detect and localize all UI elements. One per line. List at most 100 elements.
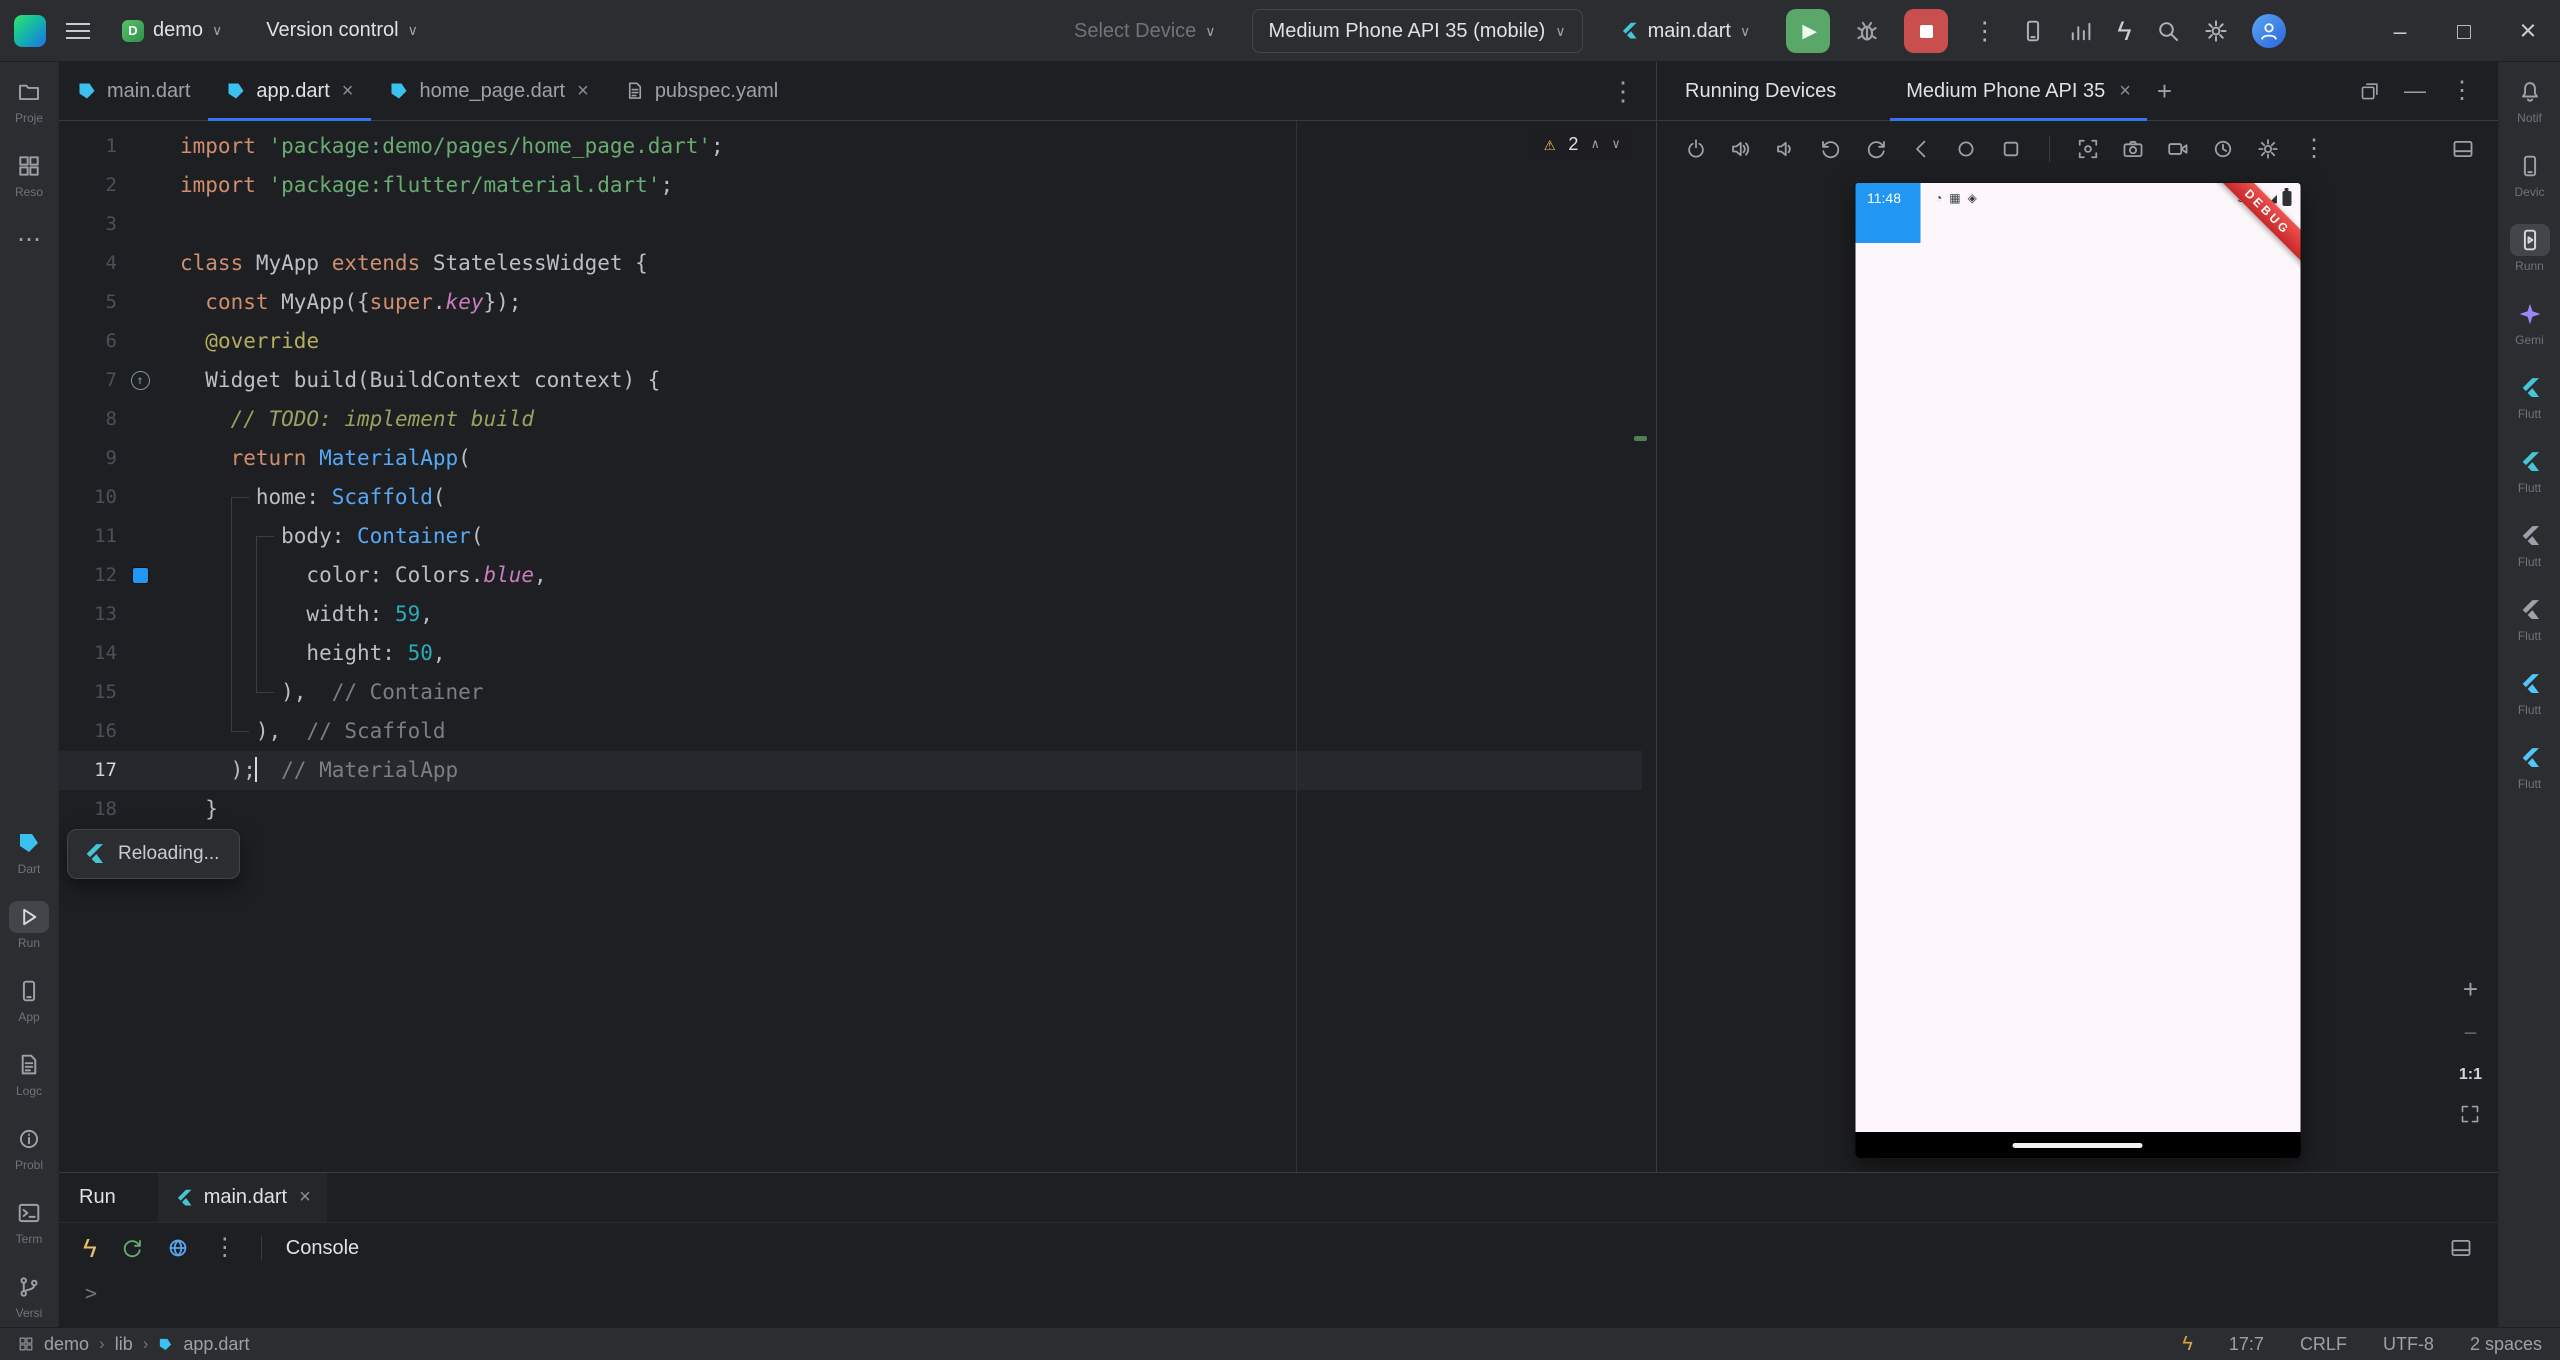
color-swatch-gutter-icon[interactable] [132, 568, 148, 583]
stop-button[interactable] [1904, 9, 1949, 53]
run-config-selector[interactable]: main.dart ∨ [1607, 10, 1763, 52]
hide-panel-icon[interactable]: — [2404, 80, 2426, 102]
toolwindow-resource-manager[interactable]: Reso [0, 150, 58, 199]
prev-problem-icon[interactable]: ∧ [1591, 138, 1599, 151]
toolwindow-flutter-deep-links[interactable]: Flutt [2499, 742, 2560, 791]
next-problem-icon[interactable]: ∨ [1612, 138, 1620, 151]
snapshot-button[interactable] [2212, 138, 2234, 160]
toolwindow-version-control[interactable]: Versi [0, 1271, 58, 1320]
inspections-widget[interactable]: ⚠ 2 ∧ ∨ [1531, 129, 1632, 160]
code-line-14[interactable]: 14 height: 50, [59, 634, 1656, 673]
rotate-right-button[interactable] [1865, 138, 1887, 160]
toolwindow-flutter-performance[interactable]: Flutt [2499, 520, 2560, 569]
more-actions-icon[interactable]: ⋮ [1972, 18, 1997, 44]
caret-position[interactable]: 17:7 [2229, 1334, 2264, 1355]
search-icon[interactable] [2156, 19, 2180, 43]
code-line-4[interactable]: 4 class MyApp extends StatelessWidget { [59, 244, 1656, 283]
new-device-tab-icon[interactable]: + [2157, 78, 2172, 104]
toolwindow-flutter-inspector[interactable]: Flutt [2499, 446, 2560, 495]
editor-tab-main.dart[interactable]: main.dart [59, 62, 208, 120]
editor-tab-pubspec.yaml[interactable]: pubspec.yaml [607, 62, 796, 120]
profile-avatar[interactable] [2251, 14, 2286, 48]
code-line-1[interactable]: 1 import 'package:demo/pages/home_page.da… [59, 127, 1656, 166]
device-tab[interactable]: Medium Phone API 35 × [1890, 62, 2147, 121]
settings-button[interactable] [2257, 138, 2279, 160]
volume-down-button[interactable] [1775, 138, 1797, 160]
code-line-17[interactable]: 17 ); // MaterialApp [59, 751, 1656, 790]
apply-changes-icon[interactable]: ϟ [2117, 17, 2131, 45]
screenshot-button[interactable] [2077, 138, 2099, 160]
toolwindow-run[interactable]: Run [0, 901, 58, 950]
toolwindow-more-tool-windows[interactable]: ⋯ [0, 224, 58, 272]
toolwindow-project[interactable]: Proje [0, 76, 58, 125]
device-selector[interactable]: Medium Phone API 35 (mobile) ∨ [1251, 9, 1583, 53]
close-button[interactable]: × [2496, 0, 2560, 62]
minimize-button[interactable]: – [2368, 0, 2432, 62]
code-line-2[interactable]: 2 import 'package:flutter/material.dart'; [59, 166, 1656, 205]
toolwindow-app-quality-insights[interactable]: App [0, 975, 58, 1024]
close-icon[interactable]: × [2119, 80, 2131, 103]
device-manager-icon[interactable] [2021, 19, 2045, 43]
tab-options-icon[interactable]: ⋮ [1610, 76, 1636, 107]
console-output[interactable]: > [59, 1273, 2498, 1305]
file-encoding[interactable]: UTF-8 [2383, 1334, 2434, 1355]
console-tab[interactable]: Console [286, 1237, 359, 1260]
code-line-7[interactable]: 7 ↑ Widget build(BuildContext context) { [59, 361, 1656, 400]
breadcrumb-lib[interactable]: lib [115, 1334, 133, 1355]
toolwindow-notifications[interactable]: Notif [2499, 76, 2560, 125]
close-tab-icon[interactable]: × [577, 80, 589, 103]
code-line-8[interactable]: 8 // TODO: implement build [59, 400, 1656, 439]
run-button[interactable]: ▶ [1786, 9, 1831, 53]
layout-settings-icon[interactable] [2450, 1237, 2472, 1259]
zoom-reset-button[interactable]: 1:1 [2459, 1066, 2482, 1084]
toolwindow-flutter-property-editor[interactable]: Flutt [2499, 594, 2560, 643]
toolwindow-running-devices[interactable]: Runn [2499, 224, 2560, 273]
profiler-icon[interactable] [2069, 19, 2093, 43]
toolwindow-flutter-sidebar[interactable]: Flutt [2499, 668, 2560, 717]
breadcrumb-demo[interactable]: demo [44, 1334, 89, 1355]
run-tab-main-dart[interactable]: main.dart × [158, 1173, 327, 1222]
vcs-selector[interactable]: Version control ∨ [254, 10, 430, 52]
rotate-left-button[interactable] [1820, 138, 1842, 160]
close-icon[interactable]: × [299, 1186, 311, 1209]
editor-tab-home_page.dart[interactable]: home_page.dart × [371, 62, 606, 120]
editor-tab-app.dart[interactable]: app.dart × [208, 62, 372, 121]
float-window-icon[interactable] [2360, 81, 2380, 101]
toolwindow-dart-analysis[interactable]: Dart [0, 827, 58, 876]
zoom-out-icon[interactable]: − [2463, 1022, 2477, 1046]
settings-gear-icon[interactable] [2204, 19, 2228, 43]
home-indicator[interactable] [2012, 1142, 2143, 1148]
overview-button[interactable] [2000, 138, 2022, 160]
select-device-dropdown[interactable]: Select Device ∨ [1062, 10, 1228, 52]
emulator-screen[interactable]: 11:48 ◔▦◈ 3G ↕ ◢ DEBUG [1855, 183, 2300, 1158]
code-line-18[interactable]: 18 } [59, 790, 1656, 829]
back-button[interactable] [1910, 138, 1932, 160]
code-line-12[interactable]: 12 color: Colors.blue, [59, 556, 1656, 595]
zoom-fit-icon[interactable] [2460, 1104, 2480, 1124]
home-button[interactable] [1955, 138, 1977, 160]
code-line-15[interactable]: 15 ), // Container [59, 673, 1656, 712]
debug-button[interactable] [1854, 18, 1880, 44]
volume-up-button[interactable] [1730, 138, 1752, 160]
maximize-button[interactable]: □ [2432, 0, 2496, 62]
open-devtools-icon[interactable] [167, 1237, 189, 1259]
breadcrumb-app.dart[interactable]: app.dart [183, 1334, 249, 1355]
toolwindow-flutter-outline[interactable]: Flutt [2499, 372, 2560, 421]
hot-restart-icon[interactable] [121, 1237, 143, 1259]
code-line-11[interactable]: 11 body: Container( [59, 517, 1656, 556]
highlighting-lightning-icon[interactable]: ϟ [2182, 1334, 2193, 1354]
line-separator[interactable]: CRLF [2300, 1334, 2347, 1355]
attach-panel-icon[interactable] [2452, 138, 2474, 160]
zoom-in-icon[interactable]: + [2463, 976, 2478, 1002]
toolwindow-gemini[interactable]: Gemi [2499, 298, 2560, 347]
screen-record-button[interactable] [2167, 138, 2189, 160]
main-menu-icon[interactable] [66, 22, 90, 39]
code-line-10[interactable]: 10 home: Scaffold( [59, 478, 1656, 517]
code-line-3[interactable]: 3 [59, 205, 1656, 244]
power-button[interactable] [1685, 138, 1707, 160]
code-line-5[interactable]: 5 const MyApp({super.key}); [59, 283, 1656, 322]
toolwindow-problems[interactable]: Probl [0, 1123, 58, 1172]
camera-button[interactable] [2122, 138, 2144, 160]
indent-style[interactable]: 2 spaces [2470, 1334, 2542, 1355]
toolwindow-terminal[interactable]: Term [0, 1197, 58, 1246]
